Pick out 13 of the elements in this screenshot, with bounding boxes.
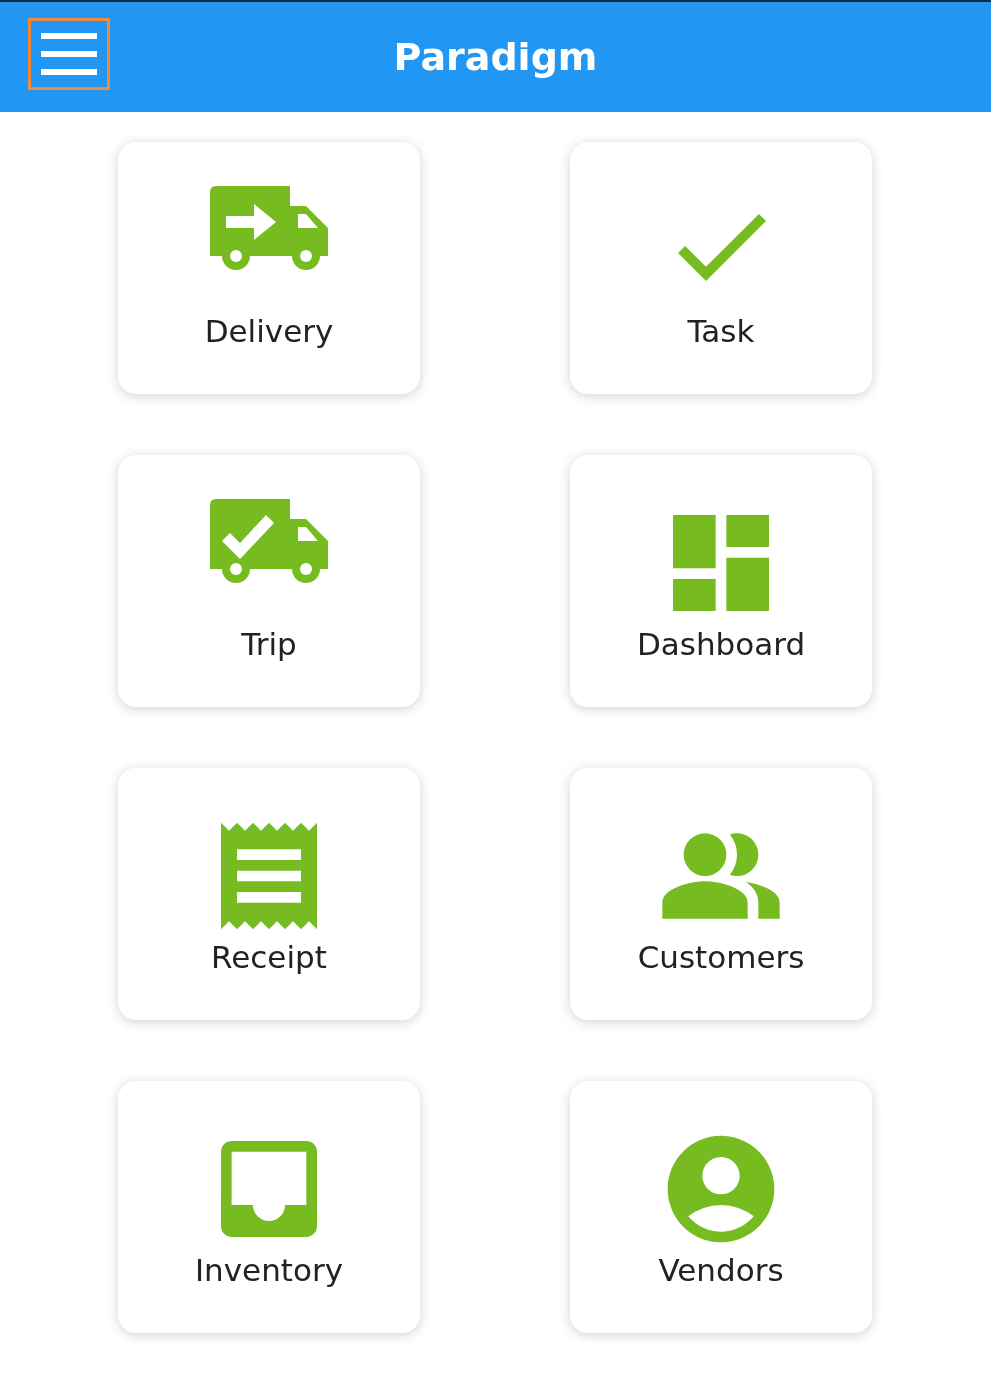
menu-tile[interactable]: Delivery bbox=[118, 142, 420, 394]
menu-tile[interactable]: Trip bbox=[118, 455, 420, 707]
menu-tile[interactable]: Inventory bbox=[118, 1081, 420, 1333]
menu-tile[interactable]: Customers bbox=[570, 768, 872, 1020]
menu-tile[interactable]: Receipt bbox=[118, 768, 420, 1020]
app-title: Paradigm bbox=[393, 33, 598, 81]
truck-arrow-icon bbox=[210, 186, 328, 272]
truck-check-icon bbox=[210, 499, 328, 585]
menu-tile[interactable]: Task bbox=[570, 142, 872, 394]
menu-button[interactable] bbox=[28, 18, 110, 90]
menu-icon bbox=[41, 33, 97, 75]
menu-tile[interactable]: Dashboard bbox=[570, 455, 872, 707]
menu-tile[interactable]: Vendors bbox=[570, 1081, 872, 1333]
